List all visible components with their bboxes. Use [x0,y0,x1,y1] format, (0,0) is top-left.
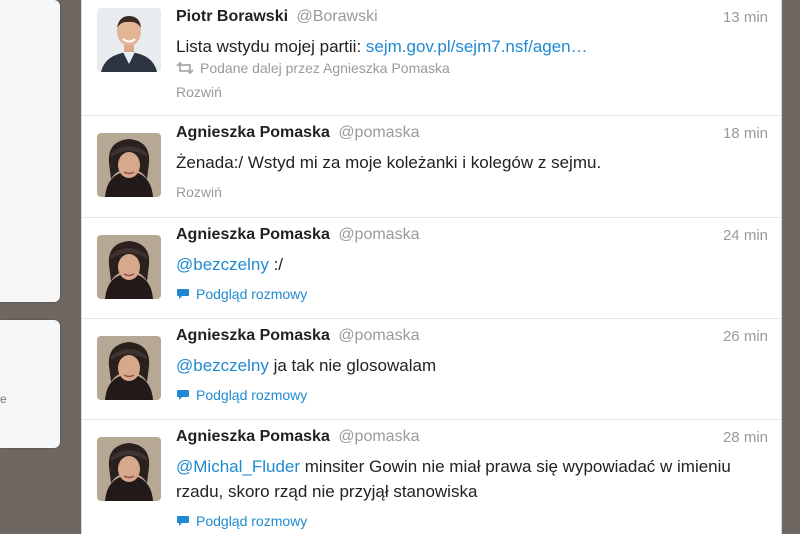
retweet-icon [176,62,194,74]
tweet-item[interactable]: Agnieszka Pomaska @pomaska 24 min @bezcz… [82,218,781,319]
tweet-text: @bezczelny ja tak nie glosowalam [176,353,766,378]
tweet-text-body: ja tak nie glosowalam [268,356,437,375]
author-name[interactable]: Agnieszka Pomaska [176,428,330,445]
view-conversation-label: Podgląd rozmowy [196,286,308,302]
author-name[interactable]: Agnieszka Pomaska [176,226,330,243]
author-handle[interactable]: @pomaska [338,226,419,243]
man-avatar[interactable] [97,8,161,72]
view-conversation-label: Podgląd rozmowy [196,513,308,529]
expand-link[interactable]: Rozwiń [176,184,222,200]
side-panel-text-fragment: e [0,392,7,406]
side-panel-top [0,0,60,302]
tweet-item[interactable]: Agnieszka Pomaska @pomaska 26 min @bezcz… [82,319,781,420]
retweet-info: Podane dalej przez Agnieszka Pomaska [176,60,450,76]
tweet-item[interactable]: Agnieszka Pomaska @pomaska 18 min Żenada… [82,116,781,218]
side-panel-bottom [0,320,60,448]
view-conversation-link[interactable]: Podgląd rozmowy [176,513,307,529]
author-handle[interactable]: @pomaska [338,428,419,445]
author-name[interactable]: Piotr Borawski [176,8,288,25]
author-name[interactable]: Agnieszka Pomaska [176,327,330,344]
tweet-timestamp[interactable]: 24 min [723,227,768,244]
expand-link[interactable]: Rozwiń [176,84,222,100]
tweet-header: Agnieszka Pomaska @pomaska [176,124,419,142]
tweet-text: Żenada:/ Wstyd mi za moje koleżanki i ko… [176,153,602,172]
author-handle[interactable]: @pomaska [338,327,419,344]
tweet-header: Agnieszka Pomaska @pomaska [176,428,419,446]
tweet-mention[interactable]: @bezczelny [176,255,269,274]
woman-avatar[interactable] [97,235,161,299]
tweet-item[interactable]: Piotr Borawski @Borawski 13 min Lista ws… [82,0,781,116]
view-conversation-link[interactable]: Podgląd rozmowy [176,387,307,403]
author-handle[interactable]: @pomaska [338,124,419,141]
tweet-item[interactable]: Agnieszka Pomaska @pomaska 28 min @Micha… [82,420,781,534]
view-conversation-link[interactable]: Podgląd rozmowy [176,286,307,302]
author-name[interactable]: Agnieszka Pomaska [176,124,330,141]
tweet-mention[interactable]: @Michal_Fluder [176,457,300,476]
tweet-timestamp[interactable]: 13 min [723,9,768,26]
tweet-timestamp[interactable]: 28 min [723,429,768,446]
speech-bubble-icon [177,289,189,299]
view-conversation-label: Podgląd rozmowy [196,387,308,403]
tweet-text: @bezczelny :/ [176,252,766,277]
author-handle[interactable]: @Borawski [296,8,377,25]
tweet-header: Agnieszka Pomaska @pomaska [176,226,419,244]
woman-avatar[interactable] [97,437,161,501]
tweet-timestamp[interactable]: 26 min [723,328,768,345]
retweet-label: Podane dalej przez Agnieszka Pomaska [200,60,450,76]
woman-avatar[interactable] [97,336,161,400]
tweet-text-body: Lista wstydu mojej partii: [176,37,366,56]
tweet-header: Piotr Borawski @Borawski [176,8,378,26]
tweet-link[interactable]: sejm.gov.pl/sejm7.nsf/agen… [366,37,588,56]
tweet-text: @Michal_Fluder minsiter Gowin nie miał p… [176,454,746,504]
tweet-header: Agnieszka Pomaska @pomaska [176,327,419,345]
tweet-text-body: :/ [268,255,284,274]
tweet-text: Lista wstydu mojej partii: sejm.gov.pl/s… [176,34,766,59]
woman-avatar[interactable] [97,133,161,197]
tweet-timestamp[interactable]: 18 min [723,125,768,142]
speech-bubble-icon [177,516,189,526]
tweet-timeline: Piotr Borawski @Borawski 13 min Lista ws… [81,0,782,534]
speech-bubble-icon [177,390,189,400]
tweet-mention[interactable]: @bezczelny [176,356,269,375]
